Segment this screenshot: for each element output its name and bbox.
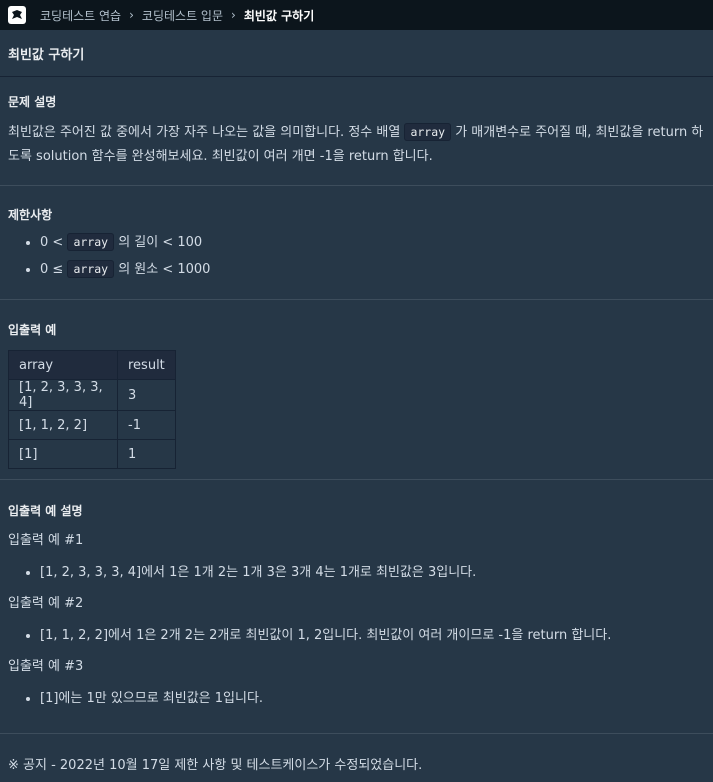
table-cell: -1: [117, 410, 176, 440]
constraints-heading: 제한사항: [8, 208, 53, 222]
list-item: [1]에는 1만 있으므로 최빈값은 1입니다.: [40, 685, 705, 712]
problem-text-part1: 최빈값은 주어진 값 중에서 가장 자주 나오는 값을 의미합니다. 정수 배열: [8, 125, 405, 140]
constraint-item: 0 ≤ array 의 원소 < 1000: [40, 256, 705, 283]
notice-section: ※ 공지 - 2022년 10월 17일 제한 사항 및 테스트케이스가 수정되…: [0, 734, 713, 778]
constraint-prefix: 0 ≤: [40, 262, 68, 277]
list-item: [1, 1, 2, 2]에서 1은 2개 2는 2개로 최빈값이 1, 2입니다…: [40, 622, 705, 649]
table-cell: [1]: [8, 439, 118, 469]
breadcrumb-item-current: 최빈값 구하기: [243, 8, 315, 23]
explanation-case-title: 입출력 예 #1: [8, 533, 84, 548]
table-row: [1, 2, 3, 3, 3, 4] 3: [8, 379, 176, 411]
table-cell: [1, 1, 2, 2]: [8, 410, 118, 440]
top-navigation-bar: 코딩테스트 연습 › 코딩테스트 입문 › 최빈값 구하기: [0, 0, 713, 30]
examples-table: array result [1, 2, 3, 3, 3, 4] 3 [1, 1,…: [8, 350, 176, 469]
breadcrumb-item-intro[interactable]: 코딩테스트 입문: [142, 7, 223, 24]
column-header-array: array: [8, 350, 118, 380]
constraint-suffix: 의 원소 < 1000: [114, 262, 211, 277]
examples-heading: 입출력 예: [8, 323, 57, 337]
constraint-prefix: 0 <: [40, 235, 68, 250]
column-header-result: result: [117, 350, 176, 380]
constraints-section: 제한사항 0 < array 의 길이 < 100 0 ≤ array 의 원소…: [0, 186, 713, 300]
explanation-case-list: [1]에는 1만 있으므로 최빈값은 1입니다.: [8, 685, 705, 712]
table-row: [1] 1: [8, 439, 176, 469]
table-header-row: array result: [8, 350, 176, 380]
problem-text: 최빈값은 주어진 값 중에서 가장 자주 나오는 값을 의미합니다. 정수 배열…: [8, 120, 705, 169]
chevron-right-icon: ›: [129, 8, 134, 22]
notice-text: ※ 공지 - 2022년 10월 17일 제한 사항 및 테스트케이스가 수정되…: [8, 758, 423, 773]
inline-code-array: array: [67, 233, 115, 251]
breadcrumb-item-practice[interactable]: 코딩테스트 연습: [40, 7, 121, 24]
constraint-suffix: 의 길이 < 100: [114, 235, 203, 250]
explanation-case-title: 입출력 예 #3: [8, 659, 84, 674]
examples-section: 입출력 예 array result [1, 2, 3, 3, 3, 4] 3 …: [0, 300, 713, 480]
inline-code-array: array: [404, 123, 452, 141]
problem-heading: 문제 설명: [8, 95, 57, 109]
problem-description-section: 문제 설명 최빈값은 주어진 값 중에서 가장 자주 나오는 값을 의미합니다.…: [0, 77, 713, 186]
list-item: [1, 2, 3, 3, 3, 4]에서 1은 1개 2는 1개 3은 3개 4…: [40, 559, 705, 586]
table-cell: 3: [117, 379, 176, 411]
table-cell: 1: [117, 439, 176, 469]
table-cell: [1, 2, 3, 3, 3, 4]: [8, 379, 118, 411]
inline-code-array: array: [67, 260, 115, 278]
explanation-heading: 입출력 예 설명: [8, 504, 83, 518]
chevron-right-icon: ›: [231, 8, 236, 22]
page-title: 최빈값 구하기: [0, 30, 713, 77]
example-explanation-section: 입출력 예 설명 입출력 예 #1 [1, 2, 3, 3, 3, 4]에서 1…: [0, 480, 713, 734]
programmers-logo-icon[interactable]: [8, 6, 26, 24]
constraints-list: 0 < array 의 길이 < 100 0 ≤ array 의 원소 < 10…: [8, 229, 705, 283]
explanation-case-list: [1, 1, 2, 2]에서 1은 2개 2는 2개로 최빈값이 1, 2입니다…: [8, 622, 705, 649]
explanation-case-title: 입출력 예 #2: [8, 596, 84, 611]
table-row: [1, 1, 2, 2] -1: [8, 410, 176, 440]
constraint-item: 0 < array 의 길이 < 100: [40, 229, 705, 256]
explanation-case-list: [1, 2, 3, 3, 3, 4]에서 1은 1개 2는 1개 3은 3개 4…: [8, 559, 705, 586]
